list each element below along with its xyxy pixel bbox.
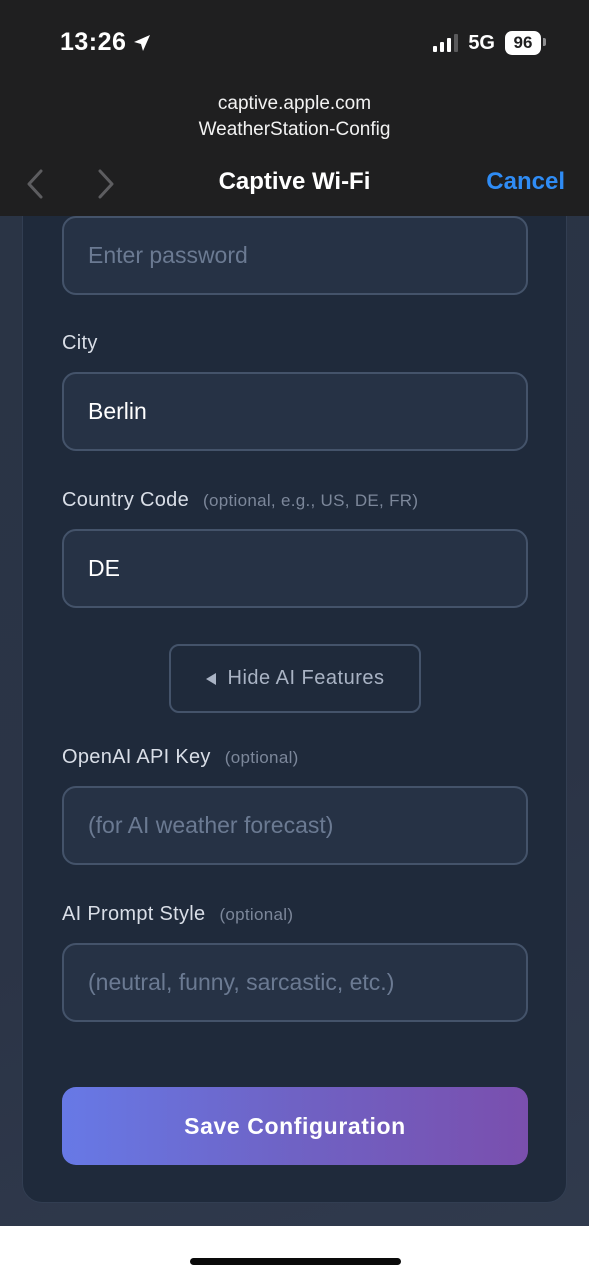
portal-ssid: WeatherStation-Config <box>198 119 391 140</box>
openai-key-placeholder: (for AI weather forecast) <box>88 812 334 838</box>
city-label-text: City <box>62 332 98 354</box>
home-indicator-area <box>0 1226 589 1278</box>
prompt-style-hint: (optional) <box>219 905 294 924</box>
country-code-input[interactable]: DE <box>62 529 528 608</box>
portal-domain: captive.apple.com <box>217 93 372 114</box>
openai-key-hint: (optional) <box>224 748 299 767</box>
time-text: 13:26 <box>60 28 127 56</box>
openai-key-label-text: OpenAI API Key <box>62 746 211 768</box>
network-type: 5G <box>468 31 495 54</box>
cancel-button[interactable]: Cancel <box>486 168 565 196</box>
page-content: Enter password City Berlin Country Code … <box>0 216 589 1226</box>
password-input[interactable]: Enter password <box>62 216 528 295</box>
openai-key-label: OpenAI API Key (optional) <box>62 746 299 769</box>
country-code-hint: (optional, e.g., US, DE, FR) <box>203 491 419 510</box>
country-code-label-text: Country Code <box>62 489 189 511</box>
city-label: City <box>62 332 98 355</box>
prompt-style-input[interactable]: (neutral, funny, sarcastic, etc.) <box>62 943 528 1022</box>
city-input[interactable]: Berlin <box>62 372 528 451</box>
hide-ai-features-label: Hide AI Features <box>227 667 385 689</box>
battery-indicator: 96 <box>505 31 546 55</box>
status-time: 13:26 <box>60 28 152 57</box>
prompt-style-placeholder: (neutral, funny, sarcastic, etc.) <box>88 969 395 995</box>
status-indicators: 5G 96 <box>433 31 546 55</box>
password-placeholder: Enter password <box>88 242 248 268</box>
hide-ai-features-button[interactable]: Hide AI Features <box>169 644 421 713</box>
save-configuration-button[interactable]: Save Configuration <box>62 1087 528 1165</box>
captive-portal-header: 13:26 5G 96 captive.apple.com WeatherSta… <box>0 0 589 216</box>
location-arrow-icon <box>134 34 151 51</box>
city-value: Berlin <box>88 398 147 424</box>
openai-key-input[interactable]: (for AI weather forecast) <box>62 786 528 865</box>
triangle-left-icon <box>205 672 216 685</box>
cellular-signal-icon <box>433 34 459 52</box>
country-code-label: Country Code (optional, e.g., US, DE, FR… <box>62 489 418 512</box>
prompt-style-label-text: AI Prompt Style <box>62 903 206 925</box>
country-code-value: DE <box>88 555 120 581</box>
prompt-style-label: AI Prompt Style (optional) <box>62 903 293 926</box>
home-indicator[interactable] <box>190 1258 401 1265</box>
